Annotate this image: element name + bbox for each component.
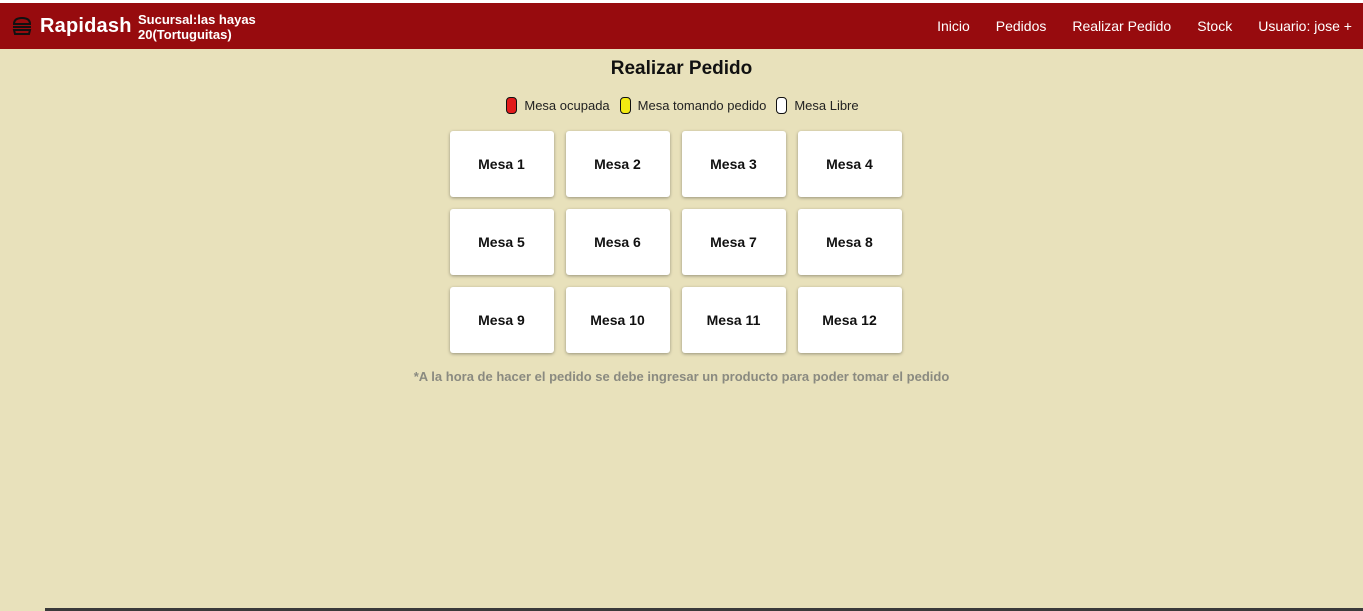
burger-icon (12, 16, 32, 36)
nav-link-realizar-pedido[interactable]: Realizar Pedido (1072, 18, 1171, 34)
navbar: Rapidash Sucursal:las hayas 20(Tortuguit… (0, 3, 1363, 49)
order-note: *A la hora de hacer el pedido se debe in… (413, 369, 950, 384)
table-card-8[interactable]: Mesa 8 (797, 209, 902, 275)
brand-name: Rapidash (40, 14, 132, 37)
legend: Mesa ocupada Mesa tomando pedido Mesa Li… (0, 97, 1363, 114)
table-card-11[interactable]: Mesa 11 (681, 287, 786, 353)
nav-links: Inicio Pedidos Realizar Pedido Stock Usu… (937, 3, 1363, 49)
nav-link-pedidos[interactable]: Pedidos (996, 18, 1047, 34)
user-menu[interactable]: Usuario: jose + (1258, 18, 1352, 34)
table-card-2[interactable]: Mesa 2 (565, 131, 670, 197)
legend-swatch-ocupada (506, 97, 518, 114)
table-card-5[interactable]: Mesa 5 (449, 209, 554, 275)
legend-label-libre: Mesa Libre (794, 98, 859, 113)
legend-swatch-tomando-pedido (619, 97, 631, 114)
legend-swatch-libre (776, 97, 788, 114)
branch-label: Sucursal:las hayas 20(Tortuguitas) (138, 12, 256, 42)
nav-link-stock[interactable]: Stock (1197, 18, 1232, 34)
page-title: Realizar Pedido (610, 58, 753, 79)
table-card-9[interactable]: Mesa 9 (449, 287, 554, 353)
table-card-4[interactable]: Mesa 4 (797, 131, 902, 197)
table-card-1[interactable]: Mesa 1 (449, 131, 554, 197)
legend-item-libre: Mesa Libre (774, 97, 859, 114)
nav-link-inicio[interactable]: Inicio (937, 18, 970, 34)
legend-item-ocupada: Mesa ocupada (504, 97, 610, 114)
table-card-12[interactable]: Mesa 12 (797, 287, 902, 353)
legend-label-tomando-pedido: Mesa tomando pedido (637, 98, 767, 113)
brand[interactable]: Rapidash (12, 3, 132, 49)
table-card-6[interactable]: Mesa 6 (565, 209, 670, 275)
legend-item-tomando-pedido: Mesa tomando pedido (618, 97, 767, 114)
table-card-10[interactable]: Mesa 10 (565, 287, 670, 353)
table-card-7[interactable]: Mesa 7 (681, 209, 786, 275)
main-content: Realizar Pedido Mesa ocupada Mesa tomand… (0, 49, 1363, 397)
table-card-3[interactable]: Mesa 3 (681, 131, 786, 197)
legend-label-ocupada: Mesa ocupada (524, 98, 610, 113)
tables-grid: Mesa 1 Mesa 2 Mesa 3 Mesa 4 Mesa 5 Mesa … (449, 131, 914, 353)
